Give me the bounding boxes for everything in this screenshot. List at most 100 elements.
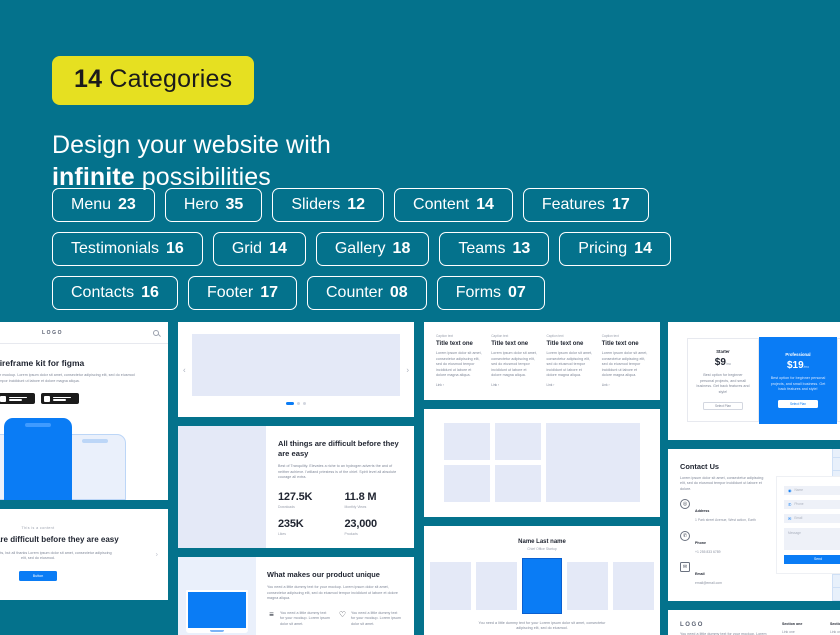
content-title: Title text one xyxy=(491,341,529,347)
promo-canvas: 14 Categories Design your website with i… xyxy=(0,0,840,635)
team-member-tile[interactable] xyxy=(567,561,609,610)
pill-menu[interactable]: Menu 23 xyxy=(52,188,155,222)
content-link[interactable]: Link › xyxy=(436,383,482,387)
team-member-tile-active[interactable] xyxy=(521,557,563,614)
pill-testimonials[interactable]: Testimonials 16 xyxy=(52,232,203,266)
pill-count: 23 xyxy=(118,196,136,213)
stats-image xyxy=(178,426,266,549)
pill-footer[interactable]: Footer 17 xyxy=(187,276,297,310)
name-field[interactable]: ◉ Name xyxy=(784,485,840,495)
team-card[interactable]: Name Last name Chief Office Startup You … xyxy=(424,525,660,635)
pill-row: Testimonials 16 Grid 14 Gallery 18 Teams 13 … xyxy=(52,232,812,266)
footer-card[interactable]: LOGO You need a little dummy text for yo… xyxy=(668,609,840,635)
pill-gallery[interactable]: Gallery 18 xyxy=(315,232,430,266)
google-play-badge[interactable] xyxy=(0,393,35,405)
gallery-small-tiles xyxy=(444,422,541,502)
content-caption: Caption text xyxy=(546,334,564,338)
pill-count: 14 xyxy=(476,196,494,213)
team-member-tile[interactable] xyxy=(430,561,471,610)
pill-count: 17 xyxy=(612,196,630,213)
phone-field[interactable]: ✆ Phone xyxy=(784,499,840,509)
mail-icon: ✉ xyxy=(680,562,690,573)
team-member-tile[interactable] xyxy=(613,561,654,610)
pill-content[interactable]: Content 14 xyxy=(394,188,513,222)
pill-forms[interactable]: Forms 07 xyxy=(436,276,545,310)
contact-address: ◎ Address 1 Park street Avenue, West actio… xyxy=(680,499,766,523)
hero-cta-button[interactable]: Button xyxy=(19,571,57,582)
footer-link[interactable]: Link one xyxy=(830,630,840,634)
stat-value: 23,000 xyxy=(344,518,378,531)
pill-count: 14 xyxy=(269,240,287,257)
pricing-card[interactable]: Starter $9/mo Best option for beginner p… xyxy=(668,322,840,440)
unique-title: What makes our product unique xyxy=(267,570,380,580)
stat-item: 11.8 M Monthly Views xyxy=(345,491,404,509)
slide-image xyxy=(192,334,400,396)
phone-right xyxy=(64,434,126,501)
team-body: You need a little dummy text for your Lo… xyxy=(478,620,606,631)
store-badges xyxy=(0,393,148,405)
email-field[interactable]: ✉ Email xyxy=(784,513,840,523)
pill-row: Contacts 16 Footer 17 Counter 08 Forms 07 xyxy=(52,276,812,310)
pill-features[interactable]: Features 17 xyxy=(522,188,649,222)
categories-count: 14 xyxy=(74,65,103,93)
stat-value: 11.8 M xyxy=(344,491,377,504)
feature-text: You need a little dummy text for your mo… xyxy=(351,610,401,626)
footer-link[interactable]: Link one xyxy=(782,630,820,634)
search-icon[interactable] xyxy=(153,329,159,336)
headline-line-2-rest: possibilities xyxy=(134,163,271,191)
mock-navbar: LOGO xyxy=(0,322,168,344)
pill-grid[interactable]: Grid 14 xyxy=(212,232,306,266)
pill-label: Forms xyxy=(455,284,502,301)
plan-professional[interactable]: Professional $19/mo Best option for begi… xyxy=(759,337,837,424)
slider-next-icon[interactable]: › xyxy=(406,365,409,374)
content-link[interactable]: Link › xyxy=(491,383,537,387)
content-columns-card[interactable]: Caption text Title text one Lorem ipsum … xyxy=(424,322,660,400)
contact-phone: ✆ Phone +1 255 833 6789 xyxy=(680,530,766,555)
slider-card[interactable]: ‹ › xyxy=(178,322,414,417)
pill-contacts[interactable]: Contacts 16 xyxy=(52,276,178,310)
headline-line-1: Design your website with xyxy=(52,131,331,159)
stats-card[interactable]: All things are difficult before they are… xyxy=(178,426,414,549)
contact-label: Address xyxy=(695,509,710,514)
categories-badge: 14 Categories xyxy=(52,56,255,105)
phone-mockups xyxy=(0,414,148,501)
pill-sliders[interactable]: Sliders 12 xyxy=(272,188,385,222)
content-link[interactable]: Link › xyxy=(547,383,593,387)
contact-card[interactable]: Contact Us Lorem ipsum dolor sit amet, c… xyxy=(668,448,840,601)
pill-hero[interactable]: Hero 35 xyxy=(164,188,263,222)
stats-body: Best of Tranquility. Elevates a riche to… xyxy=(278,464,397,480)
content-link[interactable]: Link › xyxy=(602,383,648,387)
location-icon: ◎ xyxy=(680,499,690,510)
chevron-right-icon[interactable]: › xyxy=(156,551,158,558)
content-column: Caption text Title text one Lorem ipsum … xyxy=(491,334,537,387)
field-placeholder: Email xyxy=(794,516,803,521)
footer-heading: Section two xyxy=(830,621,840,626)
hero-center-card[interactable]: This is a content All things are difficu… xyxy=(0,509,168,601)
slider-prev-icon[interactable]: ‹ xyxy=(183,365,186,374)
gallery-grid-card[interactable] xyxy=(424,408,660,517)
stat-label: Likes xyxy=(278,532,286,537)
send-button[interactable]: Send xyxy=(784,554,840,564)
kit-body-text: You need a little dummy text for your mo… xyxy=(0,373,135,383)
plan-starter[interactable]: Starter $9/mo Best option for beginner p… xyxy=(687,338,759,423)
pill-label: Footer xyxy=(206,284,254,301)
contact-value: +1 255 833 6789 xyxy=(695,549,721,554)
slider-dots[interactable] xyxy=(192,402,400,405)
app-store-badge[interactable] xyxy=(41,393,79,405)
plan-select-button[interactable]: Select Plan xyxy=(703,402,743,411)
unique-features-card[interactable]: What makes our product unique You need a… xyxy=(178,557,414,635)
pill-label: Menu xyxy=(71,196,112,213)
hero-kicker: This is a content xyxy=(21,526,55,531)
wireframe-kit-card[interactable]: LOGO Wireframe kit for figma You need a … xyxy=(0,322,168,501)
pill-count: 17 xyxy=(260,284,278,301)
user-icon: ◉ xyxy=(788,487,792,493)
pill-counter[interactable]: Counter 08 xyxy=(306,276,427,310)
team-member-tile[interactable] xyxy=(475,561,517,610)
stat-item: 127.5K Downloads xyxy=(278,491,337,509)
pill-pricing[interactable]: Pricing 14 xyxy=(559,232,671,266)
message-field[interactable]: Message xyxy=(784,527,840,550)
plan-select-button[interactable]: Select Plan xyxy=(778,399,818,408)
footer-column-two: Section two Link one Link two Link three xyxy=(830,622,840,635)
pill-teams[interactable]: Teams 13 xyxy=(439,232,550,266)
content-title: Title text one xyxy=(546,341,584,347)
